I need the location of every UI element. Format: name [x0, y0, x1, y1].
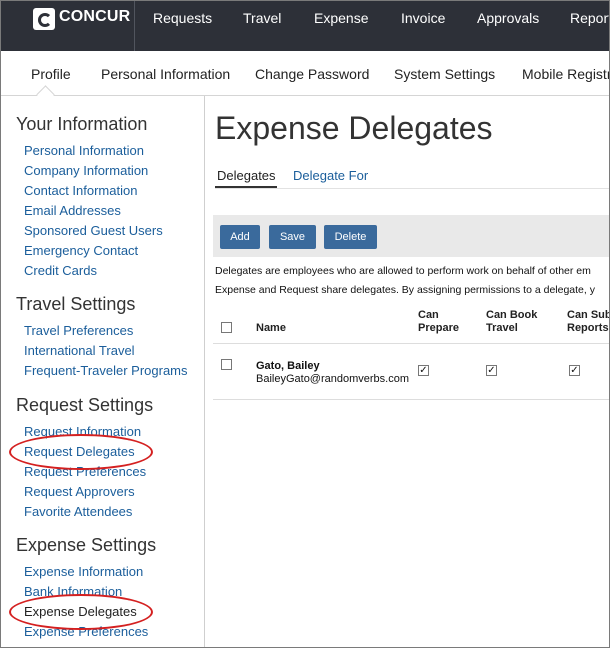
description-line: Expense and Request share delegates. By …: [215, 284, 595, 296]
header-line: Can: [418, 309, 439, 321]
highlight-circle: [9, 594, 153, 630]
select-all-checkbox[interactable]: [221, 322, 232, 333]
top-nav-bar: CONCUR Requests Travel Expense Invoice A…: [1, 1, 609, 51]
subnav-system-settings[interactable]: System Settings: [394, 66, 495, 82]
can-prepare-checkbox[interactable]: ✓: [418, 365, 429, 376]
link-favorite-attendees[interactable]: Favorite Attendees: [24, 504, 132, 519]
table-header-rule: [213, 343, 609, 344]
nav-requests[interactable]: Requests: [153, 10, 212, 26]
link-emergency-contact[interactable]: Emergency Contact: [24, 243, 138, 258]
divider: [134, 1, 135, 51]
save-button[interactable]: Save: [269, 225, 316, 249]
concur-logo-icon[interactable]: [33, 8, 55, 30]
link-contact-information[interactable]: Contact Information: [24, 183, 137, 198]
link-frequent-traveler-programs[interactable]: Frequent-Traveler Programs: [24, 363, 188, 378]
heading-travel-settings: Travel Settings: [16, 294, 136, 314]
heading-request-settings: Request Settings: [16, 395, 154, 415]
row-select-checkbox[interactable]: [221, 359, 232, 370]
link-personal-information[interactable]: Personal Information: [24, 143, 144, 158]
nav-expense[interactable]: Expense: [314, 10, 368, 26]
column-header-name[interactable]: Name: [256, 322, 286, 335]
nav-invoice[interactable]: Invoice: [401, 10, 445, 26]
column-header-can-book-travel: Can Book Travel: [486, 309, 537, 335]
column-header-can-submit-reports: Can Sub Reports: [567, 309, 610, 335]
delete-button[interactable]: Delete: [324, 225, 377, 249]
header-line: Prepare: [418, 322, 459, 334]
link-travel-preferences[interactable]: Travel Preferences: [24, 323, 133, 338]
delegate-email: BaileyGato@randomverbs.com: [256, 373, 410, 385]
header-line: Travel: [486, 322, 518, 334]
link-email-addresses[interactable]: Email Addresses: [24, 203, 121, 218]
heading-expense-settings: Expense Settings: [16, 535, 157, 555]
link-company-information[interactable]: Company Information: [24, 163, 148, 178]
link-request-approvers[interactable]: Request Approvers: [24, 484, 135, 499]
can-submit-reports-checkbox[interactable]: ✓: [569, 365, 580, 376]
page-title: Expense Delegates: [215, 110, 493, 146]
browser-frame: CONCUR Requests Travel Expense Invoice A…: [0, 0, 610, 648]
profile-sub-nav: Profile Personal Information Change Pass…: [1, 51, 609, 104]
link-international-travel[interactable]: International Travel: [24, 343, 135, 358]
link-sponsored-guest-users[interactable]: Sponsored Guest Users: [24, 223, 163, 238]
delegate-name: Gato, Bailey: [256, 360, 320, 372]
heading-your-information: Your Information: [16, 114, 148, 134]
header-line: Can Book: [486, 309, 538, 321]
table-row-rule: [213, 399, 609, 400]
nav-approvals[interactable]: Approvals: [477, 10, 539, 26]
column-header-can-prepare: Can Prepare: [418, 309, 459, 335]
nav-reporting[interactable]: Report: [570, 10, 609, 26]
highlight-circle: [9, 434, 153, 470]
brand-name[interactable]: CONCUR: [59, 8, 130, 26]
header-line: Can Sub: [567, 309, 610, 321]
link-expense-information[interactable]: Expense Information: [24, 564, 143, 579]
header-line: Reports: [567, 322, 609, 334]
subnav-change-password[interactable]: Change Password: [255, 66, 369, 82]
nav-travel[interactable]: Travel: [243, 10, 281, 26]
tab-divider: [215, 188, 609, 189]
active-tab-pointer: [36, 85, 55, 104]
tab-delegate-for[interactable]: Delegate For: [293, 168, 368, 183]
subnav-profile[interactable]: Profile: [31, 66, 71, 82]
link-credit-cards[interactable]: Credit Cards: [24, 263, 97, 278]
can-book-travel-checkbox[interactable]: ✓: [486, 365, 497, 376]
tab-delegates[interactable]: Delegates: [217, 168, 276, 183]
sidebar-divider: [204, 96, 205, 647]
description-line: Delegates are employees who are allowed …: [215, 265, 591, 277]
add-button[interactable]: Add: [220, 225, 260, 249]
subnav-personal-information[interactable]: Personal Information: [101, 66, 230, 82]
subnav-mobile-registration[interactable]: Mobile Registra: [522, 66, 609, 82]
